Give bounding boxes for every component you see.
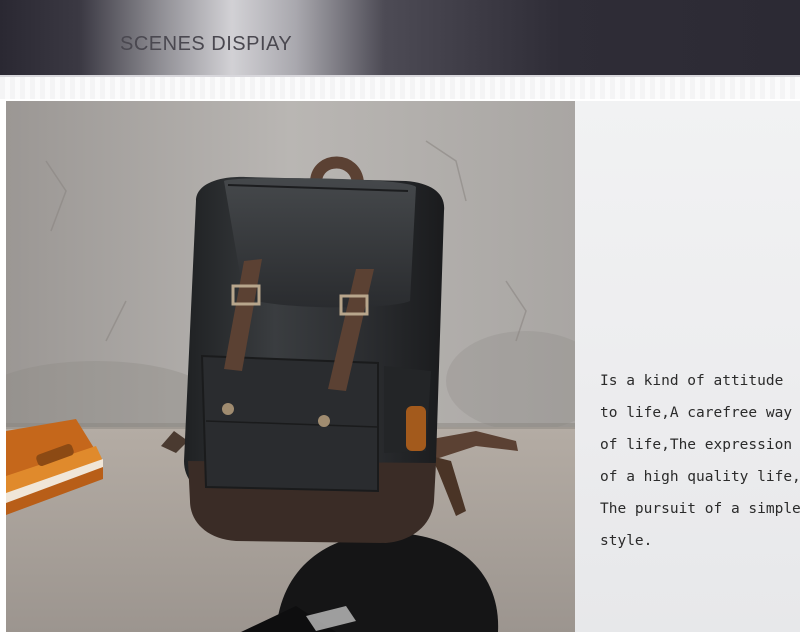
description-line: of life,The expression bbox=[600, 437, 793, 453]
description-line: to life,A carefree way bbox=[600, 405, 793, 421]
section-title: SCENES DISPIAY bbox=[120, 33, 293, 55]
description-line: Is a kind of attitude bbox=[600, 373, 784, 389]
backpack-scene-illustration bbox=[6, 101, 575, 632]
dotted-divider bbox=[0, 77, 800, 99]
product-description: Is a kind of attitude to life,A carefree… bbox=[600, 365, 800, 557]
scene-photo bbox=[6, 101, 575, 632]
description-line: of a high quality life, bbox=[600, 469, 800, 485]
banner-header: SCENES DISPIAY bbox=[0, 0, 800, 75]
description-line: style. bbox=[600, 533, 653, 549]
description-line: The pursuit of a simple bbox=[600, 501, 800, 517]
